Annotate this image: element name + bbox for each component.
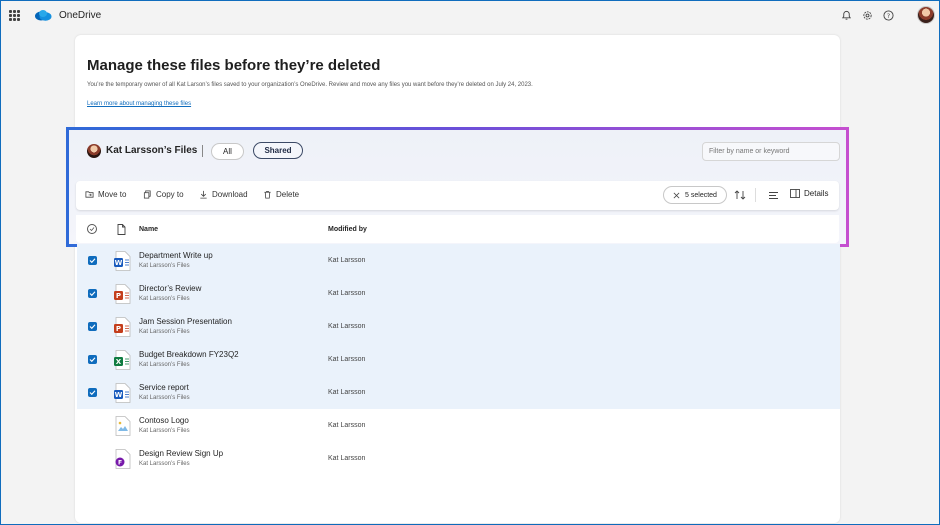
- column-header-modified-by[interactable]: Modified by: [328, 226, 367, 233]
- app-launcher-icon[interactable]: [9, 10, 20, 21]
- checkmark-icon: [89, 357, 96, 363]
- gear-icon[interactable]: [861, 9, 873, 21]
- file-row[interactable]: P Jam Session Presentation Kat Larsson’s F…: [77, 310, 840, 343]
- file-name[interactable]: Design Review Sign Up: [139, 449, 223, 458]
- image-file-icon: [115, 416, 131, 436]
- column-header-name[interactable]: Name: [139, 226, 158, 233]
- list-header: [76, 215, 839, 243]
- checkmark-icon: [89, 291, 96, 297]
- file-location: Kat Larsson’s Files: [139, 395, 190, 401]
- file-location: Kat Larsson’s Files: [139, 263, 190, 269]
- file-name[interactable]: Contoso Logo: [139, 416, 189, 425]
- app-name[interactable]: OneDrive: [59, 10, 101, 21]
- file-modified-by: Kat Larsson: [328, 356, 366, 363]
- svg-text:P: P: [116, 292, 121, 300]
- file-location: Kat Larsson’s Files: [139, 428, 190, 434]
- checkmark-icon: [89, 390, 96, 396]
- filter-all-button[interactable]: All: [211, 143, 244, 160]
- file-name[interactable]: Jam Session Presentation: [139, 317, 232, 326]
- row-checkbox[interactable]: [88, 322, 97, 331]
- file-row[interactable]: P Director’s Review Kat Larsson’s Files Kat…: [77, 277, 840, 310]
- word-file-icon: W: [114, 383, 131, 403]
- file-location: Kat Larsson’s Files: [139, 329, 190, 335]
- file-row[interactable]: Contoso Logo Kat Larsson’s Files Kat Larss…: [77, 409, 840, 442]
- checkmark-icon: [89, 324, 96, 330]
- file-modified-by: Kat Larsson: [328, 422, 366, 429]
- word-file-icon: W: [114, 251, 131, 271]
- file-name[interactable]: Budget Breakdown FY23Q2: [139, 350, 239, 359]
- copy-icon: [143, 190, 151, 199]
- file-type-header-icon: [117, 224, 126, 235]
- svg-text:W: W: [115, 259, 123, 267]
- file-row[interactable]: X Budget Breakdown FY23Q2 Kat Larsson’s Fi…: [77, 343, 840, 376]
- row-checkbox[interactable]: [88, 355, 97, 364]
- select-all-icon[interactable]: [87, 224, 97, 234]
- trash-icon: [264, 190, 271, 199]
- selection-count-button[interactable]: 5 selected: [663, 186, 727, 204]
- svg-text:X: X: [116, 358, 122, 366]
- delete-button[interactable]: Delete: [263, 190, 299, 199]
- bell-icon[interactable]: [840, 9, 852, 21]
- file-row[interactable]: W Department Write up Kat Larsson’s Files K…: [77, 244, 840, 277]
- download-icon: [200, 190, 207, 199]
- move-to-button[interactable]: Move to: [85, 190, 126, 199]
- onedrive-logo-icon: [35, 10, 52, 21]
- owner-files-title: Kat Larsson’s Files: [106, 145, 198, 156]
- svg-text:?: ?: [886, 11, 889, 19]
- file-name[interactable]: Director’s Review: [139, 284, 201, 293]
- svg-text:W: W: [115, 391, 123, 399]
- powerpoint-file-icon: P: [114, 284, 131, 304]
- excel-file-icon: X: [114, 350, 131, 370]
- row-checkbox[interactable]: [88, 256, 97, 265]
- file-name[interactable]: Service report: [139, 383, 189, 392]
- file-location: Kat Larsson’s Files: [139, 296, 190, 302]
- help-icon[interactable]: ?: [882, 9, 894, 21]
- file-modified-by: Kat Larsson: [328, 323, 366, 330]
- file-modified-by: Kat Larsson: [328, 389, 366, 396]
- page-title: Manage these files before they’re delete…: [87, 57, 381, 74]
- forms-file-icon: F: [115, 449, 131, 469]
- details-button[interactable]: Details: [790, 189, 828, 198]
- file-location: Kat Larsson’s Files: [139, 362, 190, 368]
- filter-shared-button[interactable]: Shared: [253, 142, 303, 159]
- title-divider: [202, 145, 203, 157]
- page-description: You’re the temporary owner of all Kat La…: [87, 82, 533, 88]
- file-row[interactable]: W Service report Kat Larsson’s Files Kat La…: [77, 376, 840, 409]
- filter-input[interactable]: Filter by name or keyword: [702, 142, 840, 161]
- svg-text:P: P: [116, 325, 121, 333]
- checkmark-icon: [89, 258, 96, 264]
- close-icon: [673, 192, 680, 198]
- details-pane-icon: [790, 189, 800, 198]
- sort-icon[interactable]: [734, 190, 746, 200]
- view-options-icon[interactable]: [768, 191, 779, 200]
- row-checkbox[interactable]: [88, 388, 97, 397]
- file-modified-by: Kat Larsson: [328, 455, 366, 462]
- file-modified-by: Kat Larsson: [328, 290, 366, 297]
- user-avatar[interactable]: [917, 6, 935, 24]
- folder-move-icon: [85, 191, 94, 198]
- learn-more-link[interactable]: Learn more about managing these files: [87, 101, 191, 107]
- top-bar: OneDrive ?: [0, 0, 940, 32]
- copy-to-button[interactable]: Copy to: [143, 190, 184, 199]
- owner-avatar: [87, 144, 101, 158]
- download-button[interactable]: Download: [199, 190, 248, 199]
- file-row[interactable]: F Design Review Sign Up Kat Larsson’s File…: [77, 442, 840, 475]
- file-name[interactable]: Department Write up: [139, 251, 213, 260]
- file-modified-by: Kat Larsson: [328, 257, 366, 264]
- powerpoint-file-icon: P: [114, 317, 131, 337]
- svg-text:F: F: [118, 460, 122, 467]
- row-checkbox[interactable]: [88, 289, 97, 298]
- toolbar-divider: [755, 188, 756, 202]
- file-location: Kat Larsson’s Files: [139, 461, 190, 467]
